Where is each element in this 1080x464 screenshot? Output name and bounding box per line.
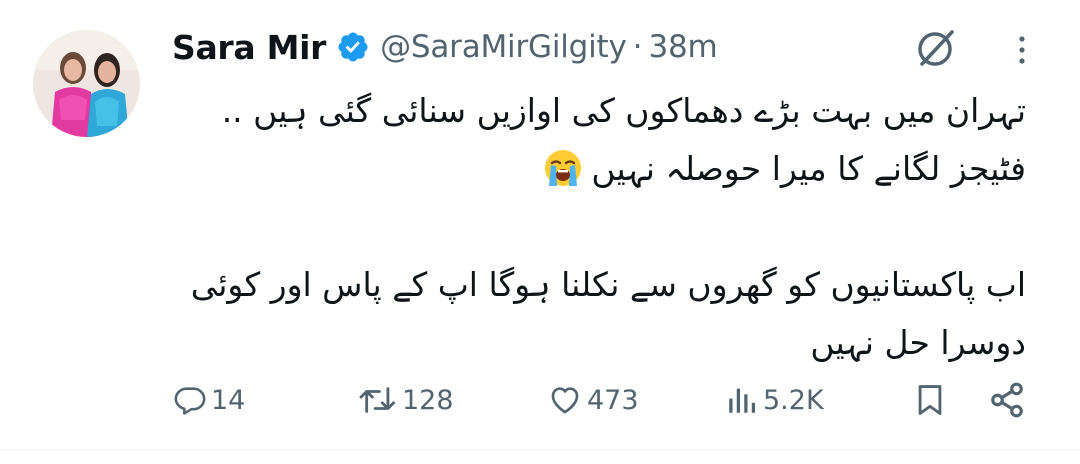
tweet-text: تہران میں بہت بڑے دھماکوں کی اوازیں سنائ… (172, 82, 1026, 372)
like-count: 473 (587, 384, 639, 416)
grok-icon[interactable] (913, 26, 959, 70)
action-bar: 14 128 473 5.2K (0, 372, 1080, 428)
reply-button[interactable]: 14 (173, 372, 245, 428)
reply-icon (173, 383, 207, 417)
repost-icon (358, 383, 398, 417)
divider (0, 449, 1080, 450)
bookmark-button[interactable] (913, 372, 947, 428)
author-handle[interactable]: @SaraMirGilgity (380, 29, 627, 65)
tweet-line: فٹیجز لگانے کا میرا حوصلہ نہیں (591, 149, 1026, 188)
loudly-crying-face-icon (543, 148, 583, 188)
avatar[interactable] (33, 30, 140, 137)
tweet-line: دوسرا حل نہیں (810, 323, 1026, 362)
reply-count: 14 (211, 384, 246, 416)
share-button[interactable] (988, 372, 1026, 428)
heart-icon (547, 383, 583, 417)
author-name[interactable]: Sara Mir (172, 28, 326, 67)
timestamp[interactable]: 38m (649, 29, 718, 65)
repost-count: 128 (402, 384, 454, 416)
repost-button[interactable]: 128 (358, 372, 454, 428)
more-icon[interactable] (1010, 30, 1034, 74)
tweet-line: اب پاکستانیوں کو گھروں سے نکلنا ہوگا اپ … (190, 265, 1026, 304)
like-button[interactable]: 473 (547, 372, 639, 428)
views-button[interactable]: 5.2K (725, 372, 824, 428)
verified-badge-icon (336, 30, 370, 64)
tweet-header: Sara Mir @SaraMirGilgity · 38m (172, 24, 718, 70)
tweet-line-with-emoji: فٹیجز لگانے کا میرا حوصلہ نہیں (172, 140, 1026, 198)
views-count: 5.2K (763, 384, 824, 416)
tweet-line: تہران میں بہت بڑے دھماکوں کی اوازیں سنائ… (221, 91, 1026, 130)
views-icon (725, 383, 759, 417)
bookmark-icon (913, 382, 947, 418)
separator-dot: · (632, 29, 643, 65)
share-icon (988, 381, 1026, 419)
